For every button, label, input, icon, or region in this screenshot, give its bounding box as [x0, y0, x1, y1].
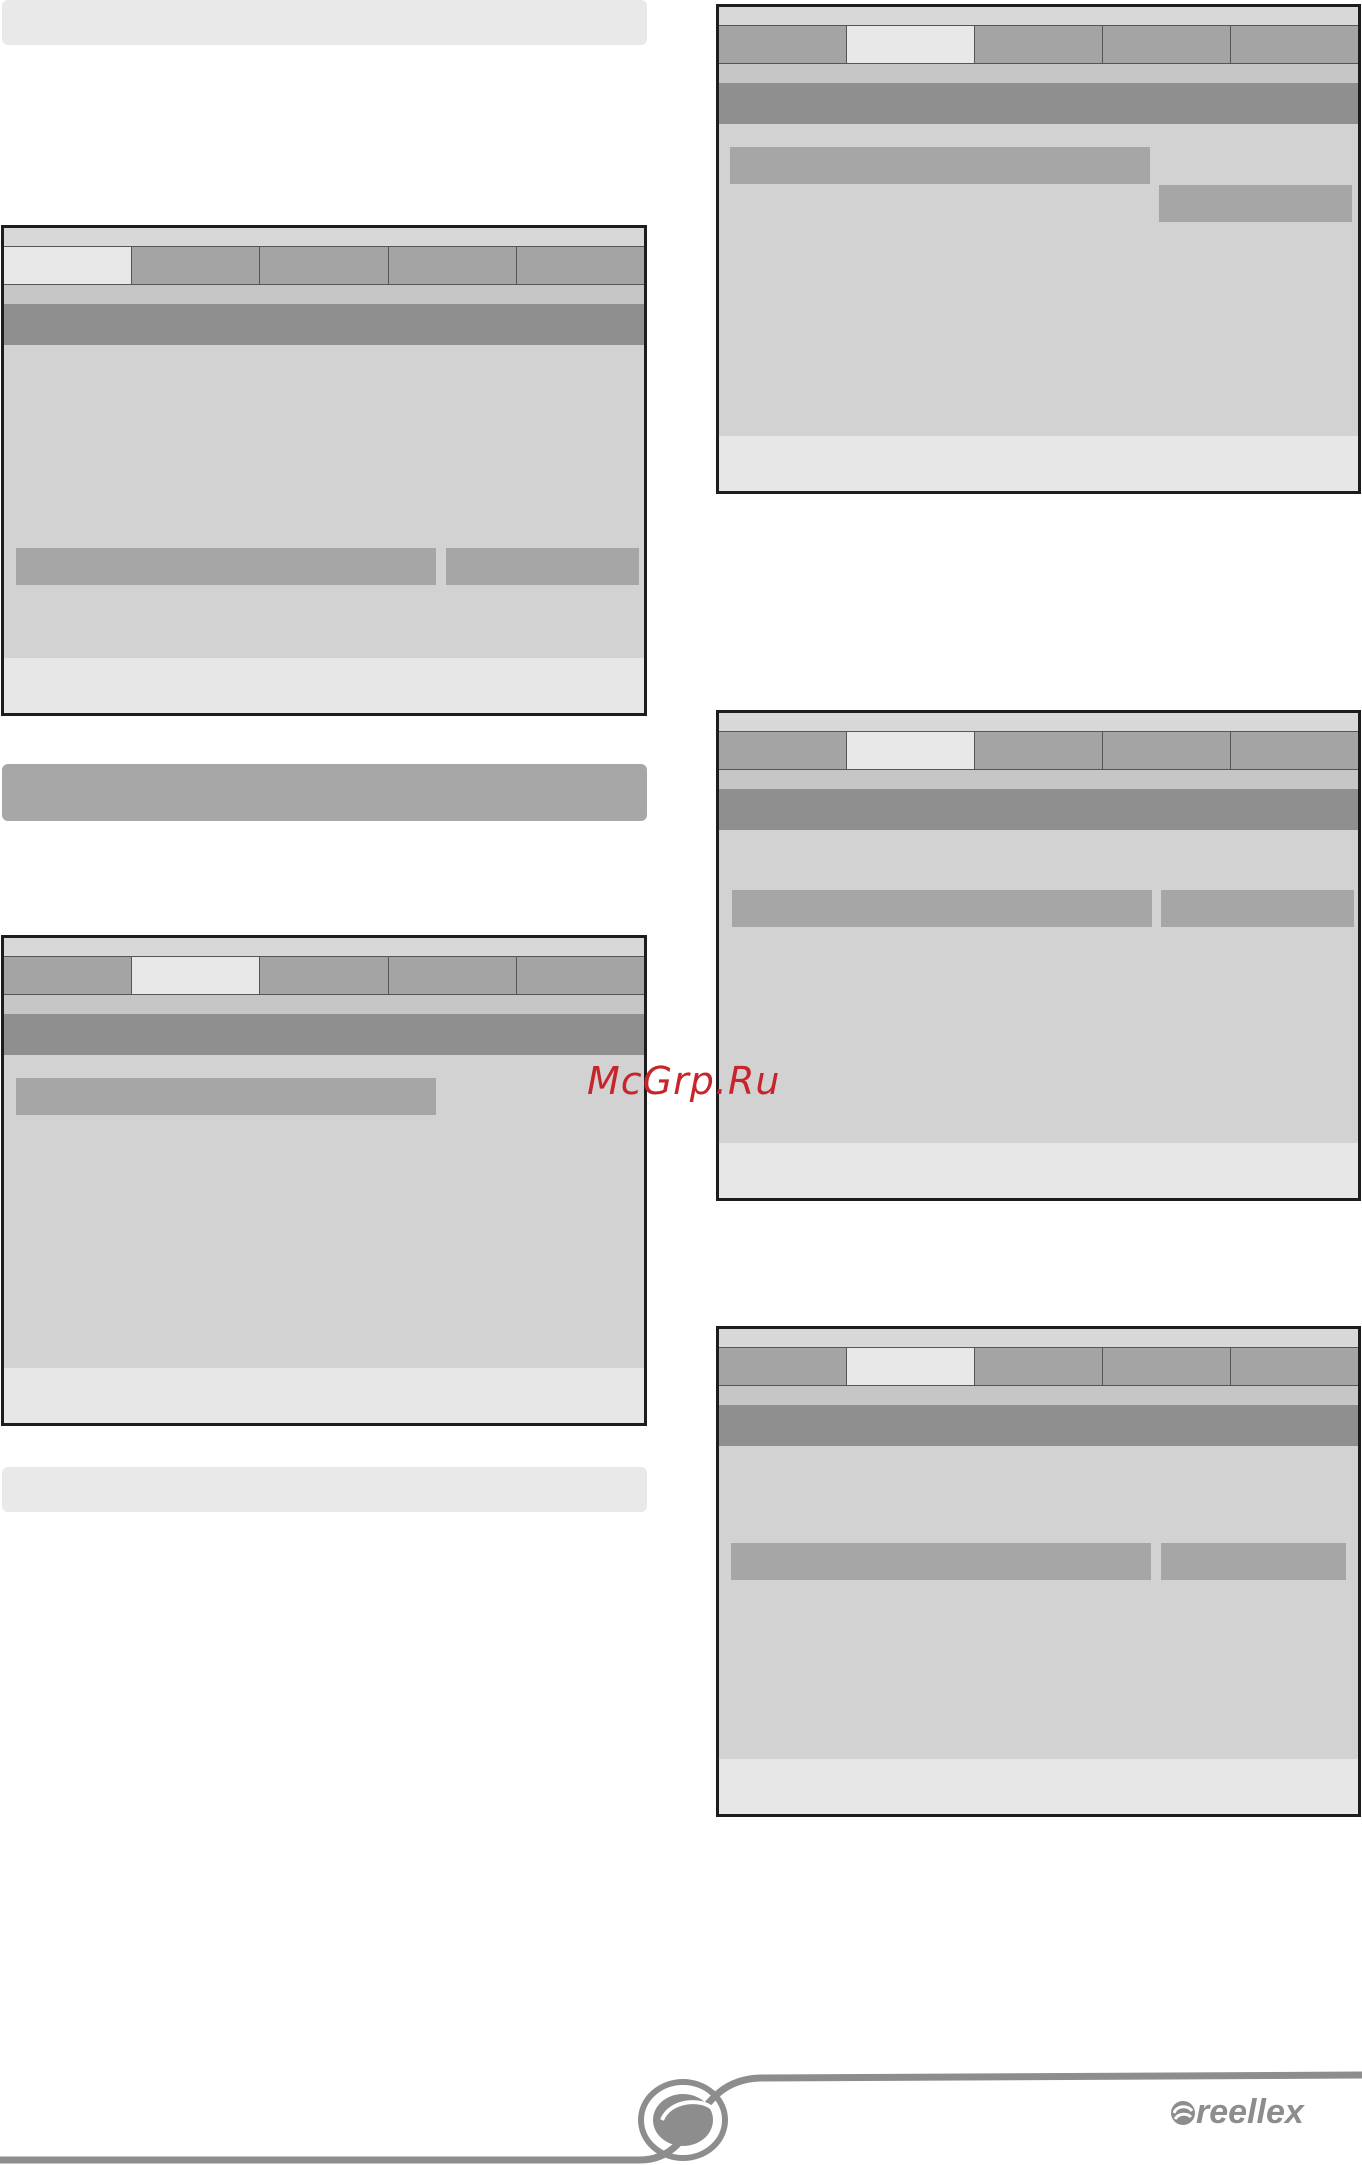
tab-2[interactable]: [132, 957, 261, 994]
menu-item-label[interactable]: [732, 890, 1152, 927]
sub-strip: [4, 285, 644, 304]
tab-2[interactable]: [847, 26, 975, 63]
menu-header: [719, 789, 1358, 830]
tab-bar: [4, 247, 645, 285]
menu-screen-3: [716, 4, 1361, 494]
footer-swoosh-graphic: [0, 2071, 1362, 2164]
menu-header: [719, 83, 1358, 124]
menu-item-value[interactable]: [446, 548, 639, 585]
sub-strip: [719, 1386, 1358, 1405]
screen-top-strip: [719, 7, 1358, 26]
section-bar-top: [2, 0, 647, 45]
menu-screen-5: [716, 1326, 1361, 1817]
menu-footer: [719, 1143, 1358, 1198]
sub-strip: [4, 995, 644, 1014]
tab-bar: [719, 1348, 1358, 1386]
menu-header: [4, 1014, 644, 1055]
tab-1[interactable]: [4, 247, 133, 284]
tab-1[interactable]: [4, 957, 133, 994]
menu-screen-4: [716, 710, 1361, 1201]
tab-bar: [719, 26, 1358, 64]
menu-item-value[interactable]: [1159, 185, 1352, 222]
tab-3[interactable]: [260, 247, 389, 284]
tab-3[interactable]: [975, 1348, 1103, 1385]
tab-5[interactable]: [516, 247, 645, 284]
tab-3[interactable]: [975, 732, 1103, 769]
sub-strip: [719, 770, 1358, 789]
menu-footer: [4, 658, 644, 713]
menu-item-label[interactable]: [731, 1543, 1151, 1580]
tab-bar: [4, 957, 645, 995]
tab-1[interactable]: [719, 732, 847, 769]
section-bar-middle: [2, 764, 647, 821]
menu-item-label[interactable]: [730, 147, 1150, 184]
sub-strip: [719, 64, 1358, 83]
menu-item-value[interactable]: [1161, 890, 1354, 927]
brand-logo: reellex: [1196, 2093, 1304, 2131]
menu-screen-2: [1, 935, 647, 1426]
screen-top-strip: [4, 938, 644, 957]
tab-2[interactable]: [847, 732, 975, 769]
tab-4[interactable]: [1103, 26, 1231, 63]
tab-2[interactable]: [847, 1348, 975, 1385]
tab-5[interactable]: [516, 957, 645, 994]
tab-4[interactable]: [388, 957, 517, 994]
menu-item-label[interactable]: [16, 1078, 436, 1115]
tab-2[interactable]: [132, 247, 261, 284]
menu-screen-1: [1, 225, 647, 716]
menu-item-label[interactable]: [16, 548, 436, 585]
section-bar-lower: [2, 1467, 647, 1512]
menu-footer: [4, 1368, 644, 1423]
tab-5[interactable]: [1231, 1348, 1358, 1385]
menu-footer: [719, 1759, 1358, 1814]
watermark-text: McGrp.Ru: [587, 1059, 781, 1103]
tab-bar: [719, 732, 1358, 770]
screen-top-strip: [719, 1329, 1358, 1348]
tab-3[interactable]: [260, 957, 389, 994]
tab-4[interactable]: [1103, 1348, 1231, 1385]
reellex-logo-icon: [1171, 2101, 1195, 2125]
menu-header: [719, 1405, 1358, 1446]
tab-1[interactable]: [719, 26, 847, 63]
tab-3[interactable]: [975, 26, 1103, 63]
screen-top-strip: [4, 228, 644, 247]
tab-1[interactable]: [719, 1348, 847, 1385]
menu-item-value[interactable]: [1161, 1543, 1346, 1580]
tab-4[interactable]: [388, 247, 517, 284]
tab-4[interactable]: [1103, 732, 1231, 769]
tab-5[interactable]: [1231, 26, 1358, 63]
menu-header: [4, 304, 644, 345]
screen-top-strip: [719, 713, 1358, 732]
menu-footer: [719, 436, 1358, 491]
tab-5[interactable]: [1231, 732, 1358, 769]
